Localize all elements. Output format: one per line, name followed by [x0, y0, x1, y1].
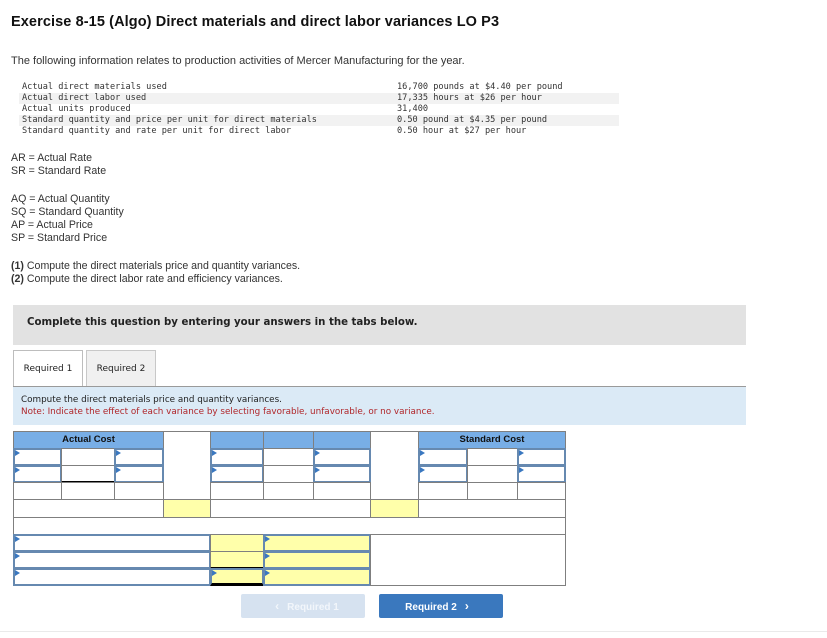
operator-cell — [61, 465, 115, 483]
requirement-number: (1) — [11, 260, 24, 272]
requirement-1: (1) Compute the direct materials price a… — [11, 260, 300, 273]
blank-cell — [210, 499, 371, 518]
column-header — [263, 431, 314, 449]
given-row: Standard quantity and rate per unit for … — [19, 126, 619, 137]
requirement-2: (2) Compute the direct labor rate and ef… — [11, 273, 300, 286]
total-cell — [263, 482, 314, 500]
tab-required-1[interactable]: Required 1 — [13, 350, 83, 386]
actual-quantity-input[interactable] — [13, 465, 62, 483]
operator-cell — [61, 448, 115, 466]
given-label: Standard quantity and rate per unit for … — [22, 126, 292, 136]
actual-cost-header: Actual Cost — [13, 431, 164, 449]
actual-quantity-input[interactable] — [13, 448, 62, 466]
given-row: Actual units produced 31,400 — [19, 104, 619, 115]
total-cell — [61, 482, 115, 500]
next-label: Required 2 — [405, 602, 457, 613]
variance-amount-cell — [210, 551, 264, 569]
total-cell — [210, 482, 264, 500]
instruction-text: Compute the direct materials price and q… — [21, 395, 282, 405]
spacer-cell — [163, 431, 211, 500]
standard-quantity-input[interactable] — [418, 448, 468, 466]
given-label: Actual direct labor used — [22, 93, 147, 103]
tab-required-2[interactable]: Required 2 — [86, 350, 156, 386]
standard-price-input[interactable] — [517, 448, 566, 466]
exercise-title: Exercise 8-15 (Algo) Direct materials an… — [11, 14, 500, 30]
total-cell — [418, 482, 468, 500]
variance-label-select[interactable] — [13, 534, 211, 552]
operator-cell — [467, 465, 518, 483]
abbr-sp: SP = Standard Price — [11, 232, 108, 244]
chevron-right-icon: › — [464, 599, 469, 613]
abbreviations-rate: AR = Actual Rate SR = Standard Rate — [11, 152, 106, 178]
column-header — [313, 431, 371, 449]
blank-cell — [370, 534, 566, 586]
given-label: Standard quantity and price per unit for… — [22, 115, 317, 125]
requirement-text: Compute the direct labor rate and effici… — [23, 273, 283, 285]
banner-text: Complete this question by entering your … — [27, 317, 418, 328]
actual-price-input[interactable] — [114, 448, 164, 466]
operator-cell — [467, 448, 518, 466]
given-value: 16,700 pounds at $4.40 per pound — [397, 82, 563, 92]
standard-cost-total — [517, 482, 566, 500]
middle-cost-total — [313, 482, 371, 500]
previous-required-button[interactable]: ‹ Required 1 — [241, 594, 365, 618]
abbr-aq: AQ = Actual Quantity — [11, 193, 110, 205]
standard-quantity-input[interactable] — [418, 465, 468, 483]
middle-quantity-input[interactable] — [210, 465, 264, 483]
given-value: 17,335 hours at $26 per hour — [397, 93, 542, 103]
given-row: Actual direct labor used 17,335 hours at … — [19, 93, 619, 104]
middle-price-input[interactable] — [313, 448, 371, 466]
actual-cost-total — [114, 482, 164, 500]
instruction-banner: Complete this question by entering your … — [13, 305, 746, 345]
requirement-text: Compute the direct materials price and q… — [23, 260, 301, 272]
blank-cell — [418, 499, 566, 518]
footer-divider — [0, 631, 827, 632]
standard-cost-header: Standard Cost — [418, 431, 566, 449]
middle-price-input[interactable] — [313, 465, 371, 483]
intro-text: The following information relates to pro… — [11, 55, 465, 67]
given-data-table: Actual direct materials used 16,700 pound… — [19, 82, 619, 137]
abbr-ap: AP = Actual Price — [11, 219, 93, 231]
given-label: Actual units produced — [22, 104, 131, 114]
given-value: 31,400 — [397, 104, 429, 114]
prev-label: Required 1 — [287, 602, 339, 613]
next-required-button[interactable]: Required 2 › — [379, 594, 503, 618]
column-header — [210, 431, 264, 449]
given-row: Actual direct materials used 16,700 pound… — [19, 82, 619, 93]
blank-cell — [13, 499, 164, 518]
requirements: (1) Compute the direct materials price a… — [11, 260, 300, 286]
blank-row — [13, 517, 566, 535]
variance-effect-select[interactable] — [263, 568, 371, 586]
variance-amount-cell — [210, 534, 264, 552]
operator-cell — [263, 465, 314, 483]
given-row: Standard quantity and price per unit for… — [19, 115, 619, 126]
given-value: 0.50 hour at $27 per hour — [397, 126, 527, 136]
variance-effect-select[interactable] — [263, 534, 371, 552]
total-cell — [13, 482, 62, 500]
variance-label-select[interactable] — [13, 568, 211, 586]
middle-quantity-input[interactable] — [210, 448, 264, 466]
abbr-sq: SQ = Standard Quantity — [11, 206, 124, 218]
abbr-sr: SR = Standard Rate — [11, 165, 107, 177]
quantity-variance-cell — [370, 499, 419, 518]
actual-price-input[interactable] — [114, 465, 164, 483]
abbr-ar: AR = Actual Rate — [11, 152, 92, 164]
requirement-number: (2) — [11, 273, 24, 285]
spacer-cell — [370, 431, 419, 500]
operator-cell — [263, 448, 314, 466]
variance-effect-select[interactable] — [263, 551, 371, 569]
tab-instructions: Compute the direct materials price and q… — [13, 387, 746, 425]
price-variance-cell — [163, 499, 211, 518]
total-cell — [467, 482, 518, 500]
instruction-note: Note: Indicate the effect of each varian… — [21, 407, 435, 417]
given-label: Actual direct materials used — [22, 82, 167, 92]
given-value: 0.50 pound at $4.35 per pound — [397, 115, 548, 125]
abbreviations-qty: AQ = Actual Quantity SQ = Standard Quant… — [11, 193, 124, 245]
variance-label-select[interactable] — [13, 551, 211, 569]
total-variance-input[interactable] — [210, 568, 264, 586]
chevron-left-icon: ‹ — [275, 599, 280, 613]
standard-price-input[interactable] — [517, 465, 566, 483]
